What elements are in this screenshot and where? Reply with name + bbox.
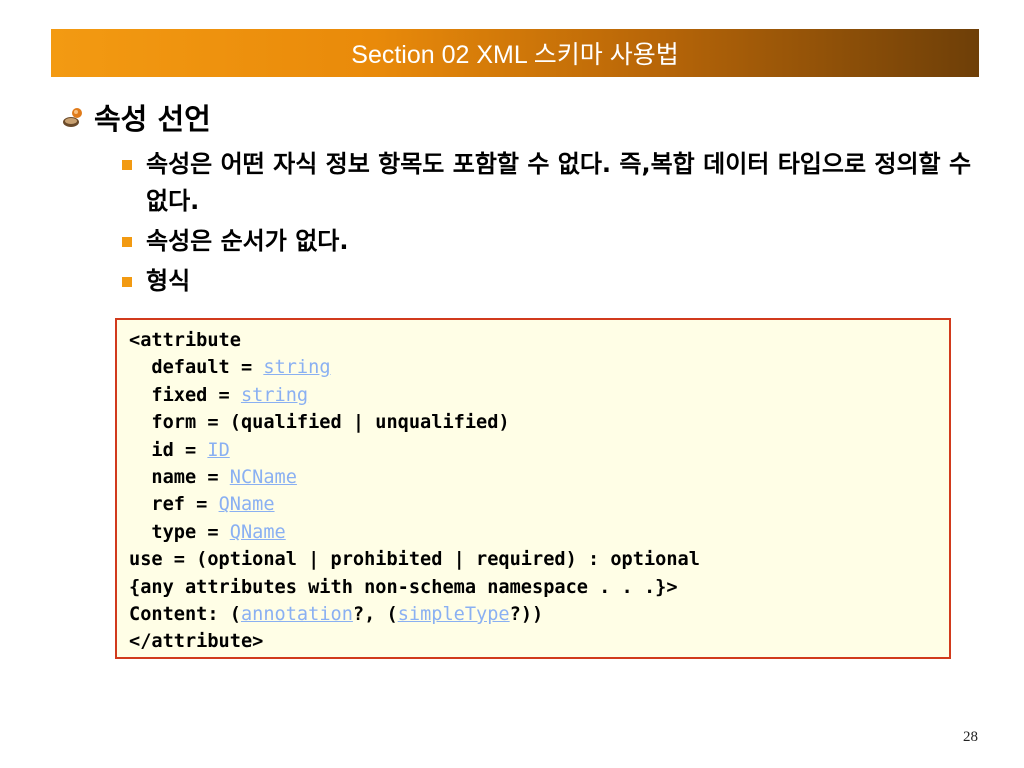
code-line: fixed = string [129, 384, 309, 406]
list-item: 속성은 어떤 자식 정보 항목도 포함할 수 없다. 즉,복합 데이터 타입으로… [118, 146, 978, 220]
type-link[interactable]: string [241, 385, 308, 406]
title-banner: Section 02 XML 스키마 사용법 [51, 29, 979, 77]
code-line: form = (qualified | unqualified) [129, 412, 510, 434]
bullet-text: 형식 [146, 267, 191, 295]
orange-square-icon [122, 237, 132, 247]
bullet-list: 속성은 어떤 자식 정보 항목도 포함할 수 없다. 즉,복합 데이터 타입으로… [118, 146, 978, 303]
code-block: <attribute default = string fixed = stri… [115, 318, 951, 659]
bullet-text: 속성은 순서가 없다. [146, 227, 349, 255]
heading-label: 속성 선언 [94, 102, 211, 136]
type-link[interactable]: QName [219, 494, 275, 515]
code-line: </attribute> [129, 631, 264, 653]
code-line: Content: (annotation?, (simpleType?)) [129, 604, 544, 626]
code-line: default = string [129, 357, 331, 379]
slide-title: Section 02 XML 스키마 사용법 [351, 41, 679, 69]
type-link[interactable]: annotation [241, 604, 353, 625]
bullet-text: 속성은 어떤 자식 정보 항목도 포함할 수 없다. 즉,복합 데이터 타입으로… [146, 150, 972, 215]
code-line: ref = QName [129, 494, 275, 516]
type-link[interactable]: NCName [230, 467, 297, 488]
type-link[interactable]: QName [230, 522, 286, 543]
code-line: name = NCName [129, 467, 297, 489]
code-line: type = QName [129, 521, 286, 543]
type-link[interactable]: simpleType [398, 604, 510, 625]
orange-square-icon [122, 277, 132, 287]
type-link[interactable]: string [263, 357, 330, 378]
person-bullet-icon [63, 108, 82, 127]
orange-square-icon [122, 160, 132, 170]
page-number: 28 [963, 729, 978, 745]
code-line: id = ID [129, 439, 230, 461]
section-heading: 속성 선언 [62, 96, 211, 138]
type-link[interactable]: ID [207, 440, 229, 461]
code-line: <attribute [129, 330, 241, 351]
list-item: 속성은 순서가 없다. [118, 223, 978, 260]
code-line: use = (optional | prohibited | required)… [129, 549, 700, 571]
code-line: {any attributes with non-schema namespac… [129, 576, 678, 598]
list-item: 형식 [118, 263, 978, 300]
